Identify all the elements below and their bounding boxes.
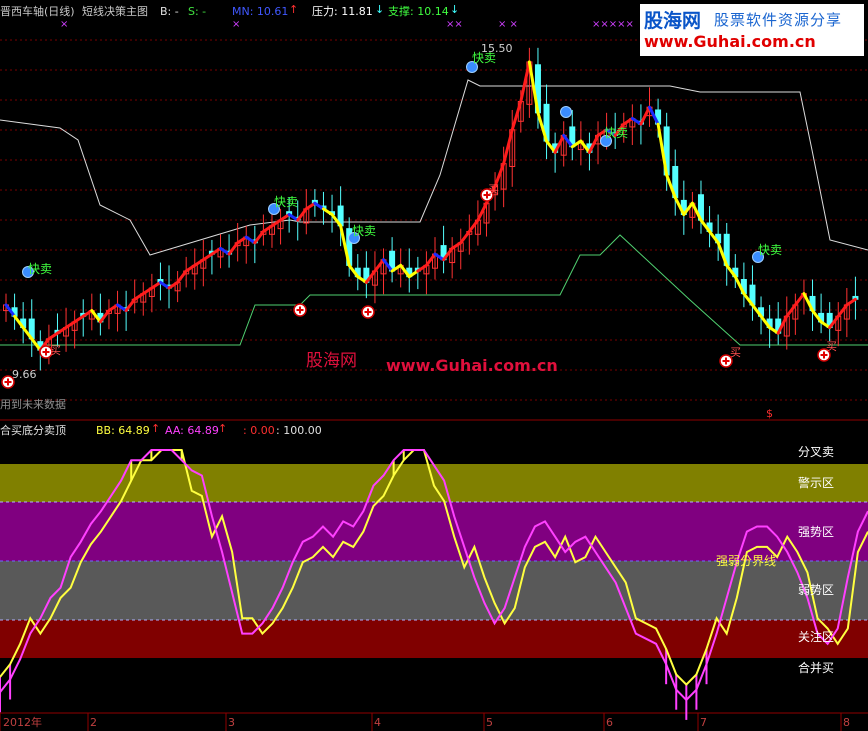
fast-sell-label: 快卖 [758, 243, 783, 257]
support-arrow-icon: ↓ [450, 3, 460, 16]
buy-label: 买 [730, 346, 741, 359]
future-data-note: 用到未来数据 [0, 398, 66, 411]
axis-label-month: 8 [843, 716, 850, 729]
buy-label: 买 [488, 183, 499, 196]
mn-arrow-icon: ↑ [289, 3, 299, 16]
zone-strong: 强势区 [798, 525, 835, 539]
cross-mark: ×× [446, 19, 463, 30]
zone-purple [0, 502, 868, 561]
center-watermark-cn: 股海网 [306, 351, 357, 371]
axis-label-month: 5 [486, 716, 493, 729]
mn-value: MN: 10.61 [232, 5, 289, 18]
zone-divider: 强弱分界线 [716, 554, 777, 568]
center-watermark-url: www.Guhai.com.cn [386, 356, 558, 375]
cross-mark: × × [498, 19, 518, 30]
s-value: S: - [188, 5, 207, 18]
bb-arrow-icon: ↑ [151, 422, 161, 435]
zone-red [0, 620, 868, 658]
axis-label-month: 2 [90, 716, 97, 729]
cross-mark: ××××× [592, 19, 634, 30]
support-value: 支撑: 10.14 [388, 5, 449, 18]
fast-sell-label: 快卖 [274, 195, 299, 209]
dollar-mark: $ [766, 407, 773, 420]
range-min: : 0.00 [243, 424, 275, 437]
zone-weak: 弱势区 [798, 583, 835, 597]
axis-label-month: 3 [228, 716, 235, 729]
axis-label-year: 2012年 [3, 716, 42, 729]
zone-focus: 关注区 [798, 630, 835, 644]
zone-fork-sell: 分叉卖 [798, 445, 835, 459]
lower-indicator-name: 合买底分卖顶 [0, 424, 66, 437]
axis-label-month: 6 [606, 716, 613, 729]
fast-sell-label: 快卖 [472, 51, 497, 65]
zone-warning: 警示区 [798, 476, 835, 490]
zone-merge-buy: 合并买 [798, 661, 835, 675]
fast-sell-label: 快卖 [604, 126, 629, 140]
buy-label: 买 [50, 344, 61, 357]
b-value: B: - [160, 5, 179, 18]
pressure-arrow-icon: ↓ [375, 3, 385, 16]
stock-name: 晋西车轴(日线) [0, 5, 75, 18]
bb-value: BB: 64.89 [96, 424, 150, 437]
range-max: : 100.00 [276, 424, 322, 437]
pressure-value: 压力: 11.81 [312, 5, 373, 18]
axis-label-month: 4 [374, 716, 381, 729]
watermark-logo: 股海网 股票软件资源分享 www.Guhai.com.cn [640, 4, 864, 56]
cross-mark: × [60, 19, 69, 30]
buy-label: 买 [826, 340, 837, 353]
logo-url: www.Guhai.com.cn [644, 32, 816, 51]
aa-value: AA: 64.89 [165, 424, 219, 437]
cross-mark: × [232, 19, 241, 30]
indicator-name: 短线决策主图 [82, 5, 148, 18]
fast-sell-label: 快卖 [28, 262, 53, 276]
axis-label-month: 7 [700, 716, 707, 729]
logo-subtitle: 股票软件资源分享 [714, 11, 843, 29]
aa-arrow-icon: ↑ [218, 422, 228, 435]
fast-sell-label: 快卖 [352, 224, 377, 238]
sell-ball-icon [560, 106, 572, 118]
low-price-label: 9.66 [12, 368, 37, 381]
logo-chinese: 股海网 [644, 10, 702, 32]
